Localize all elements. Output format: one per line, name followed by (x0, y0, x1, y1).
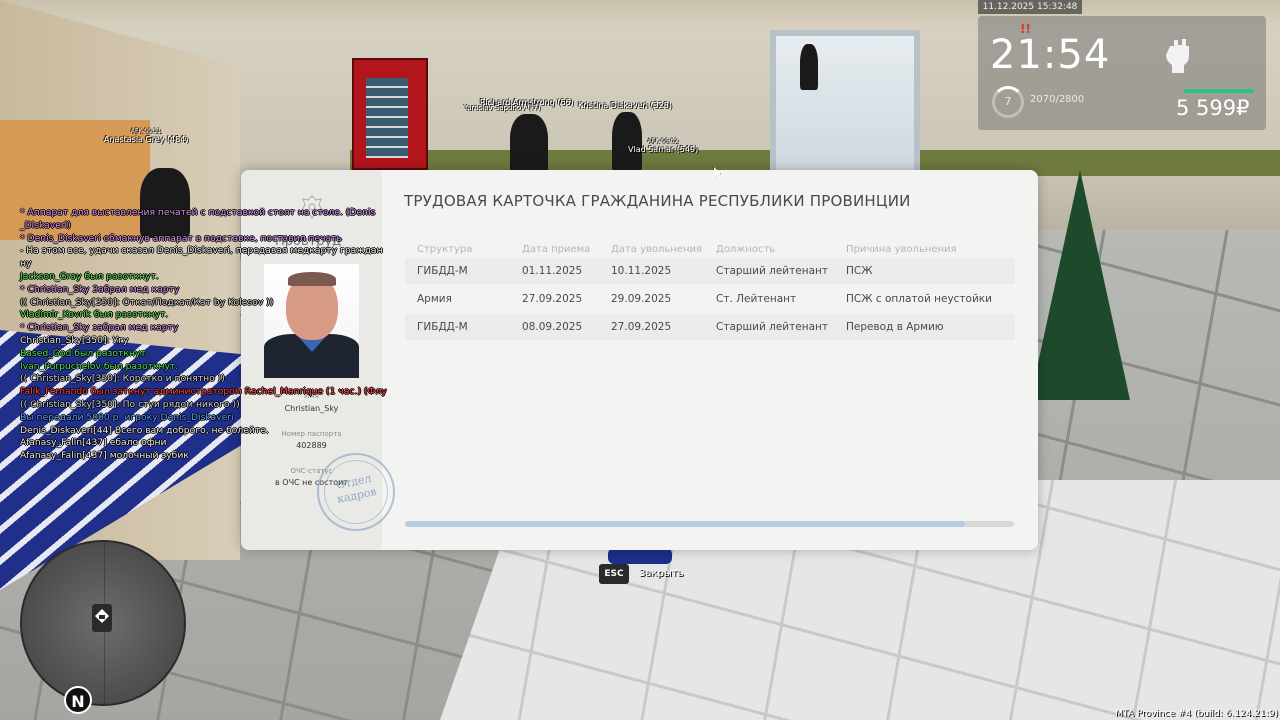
chat-message: (( Christian_Sky[350]: По стуи рядом ник… (20, 398, 240, 410)
cell-position: Старший лейтенант (716, 265, 828, 277)
chat-message: Jackson_Gray был разоткнут. (20, 270, 159, 282)
stamp-line: кадров (335, 484, 378, 506)
cell-reason: ПСЖ (846, 265, 873, 277)
nametag[interactable]: Kristina Diskaveri (328) (578, 101, 672, 110)
hud-panel: !! 21:54 7 2070/2800 5 599₽ (978, 16, 1266, 130)
money-balance: 5 599₽ (1176, 96, 1250, 120)
table-header: Структура Дата приема Дата увольнения До… (417, 244, 1017, 258)
nametag[interactable]: Yaroslav Sapunov (??) (464, 104, 540, 112)
esc-key-button[interactable]: ESC (599, 564, 629, 584)
cell-position: Ст. Лейтенант (716, 293, 797, 305)
column-header: Причина увольнения (846, 244, 957, 255)
nametag[interactable]: AFK 06:02 Vlad Samar (549) (628, 138, 698, 154)
table-row[interactable]: ГИБДД-М 08.09.2025 27.09.2025 Старший ле… (405, 314, 1015, 340)
chat-message: - На этом все, удачи сказал Denis_Diskav… (20, 245, 383, 257)
chat-message: Вы передали 5000 р. игроку Denis_Diskave… (20, 411, 234, 423)
health-bar (1184, 89, 1254, 93)
chat-message: * Аппарат для выставления печатей с подс… (20, 207, 376, 218)
scrollbar-thumb[interactable] (405, 521, 966, 527)
nametag[interactable]: AFK 00:11 Anastasia Grey (484) (104, 128, 189, 144)
chat-message: Vladimir_Kovrik был разоткнут. (20, 309, 169, 321)
player-character (800, 44, 818, 90)
cell-hire-date: 01.11.2025 (522, 265, 583, 277)
chat-message: Falik_Fernando был заткнут администратор… (20, 386, 387, 398)
chat-message: Ivan_Purpuchelov был разоткнут. (20, 360, 179, 372)
cell-dismissal-date: 10.11.2025 (611, 265, 672, 277)
fist-icon (1166, 39, 1189, 73)
date-time: 11.12.2025 15:32:48 (978, 0, 1082, 14)
level-ring: 7 (992, 86, 1024, 118)
chat-message: * Christian_Sky Забрал мед карту (20, 283, 180, 295)
player-character (510, 114, 548, 174)
cell-position: Старший лейтенант (716, 321, 828, 333)
chat-message: (( Christian_Sky[350]: Коротко и понятно… (20, 373, 225, 385)
chat-message: Based_God был разоткнут. (20, 347, 149, 359)
cell-hire-date: 08.09.2025 (522, 321, 583, 333)
chat-message: ну (20, 258, 32, 270)
own-character-feet (608, 548, 672, 564)
vending-machine (352, 58, 428, 170)
chat-message: * Christian_Sky забрал мед карту (20, 322, 179, 334)
cell-hire-date: 27.09.2025 (522, 293, 583, 305)
chat-message: (( Christian_Sky[350]: Откат/Подкат/Кат … (20, 296, 274, 308)
corridor-doorway (770, 30, 920, 180)
cell-dismissal-date: 29.09.2025 (611, 293, 672, 305)
chat-message: Afanasy_Falin[437] молочный зубик (20, 450, 189, 462)
game-clock: 21:54 (990, 32, 1111, 78)
stamp-line: Отдел (335, 471, 373, 492)
table-row[interactable]: ГИБДД-М 01.11.2025 10.11.2025 Старший ле… (405, 258, 1015, 284)
chat-message: Afanasy_Falin[437] ебало офни (20, 437, 167, 449)
column-header: Должность (716, 244, 776, 255)
chat-log: * Аппарат для выставления печатей с подс… (20, 207, 450, 463)
chat-message: Denis_Diskaveri[44] Всего вам доброго, н… (20, 424, 269, 436)
cell-dismissal-date: 27.09.2025 (611, 321, 672, 333)
chat-message: _Diskaveri) (20, 219, 71, 231)
column-header: Дата приема (522, 244, 591, 255)
compass-north-icon: N (64, 686, 92, 714)
build-info: MTA Province #4 (build: 6.124.21:9) (1115, 709, 1278, 719)
cell-reason: Перевод в Армию (846, 321, 944, 333)
home-marker-icon (95, 609, 109, 623)
table-row[interactable]: Армия 27.09.2025 29.09.2025 Ст. Лейтенан… (405, 286, 1015, 312)
cell-reason: ПСЖ с оплатой неустойки (846, 293, 992, 305)
column-header: Дата увольнения (611, 244, 703, 255)
table-scrollbar[interactable] (405, 521, 1014, 527)
experience-counter: 2070/2800 (1030, 94, 1085, 105)
player-marker-icon (92, 604, 112, 632)
close-label[interactable]: Закрыть (639, 568, 684, 579)
card-title: ТРУДОВАЯ КАРТОЧКА ГРАЖДАНИНА РЕСПУБЛИКИ … (404, 192, 911, 210)
chat-message: Christian_Sky[350]: Угу (20, 334, 129, 346)
chat-message: * Denis_Diskaveri обмакнув аппарат в под… (20, 232, 342, 244)
